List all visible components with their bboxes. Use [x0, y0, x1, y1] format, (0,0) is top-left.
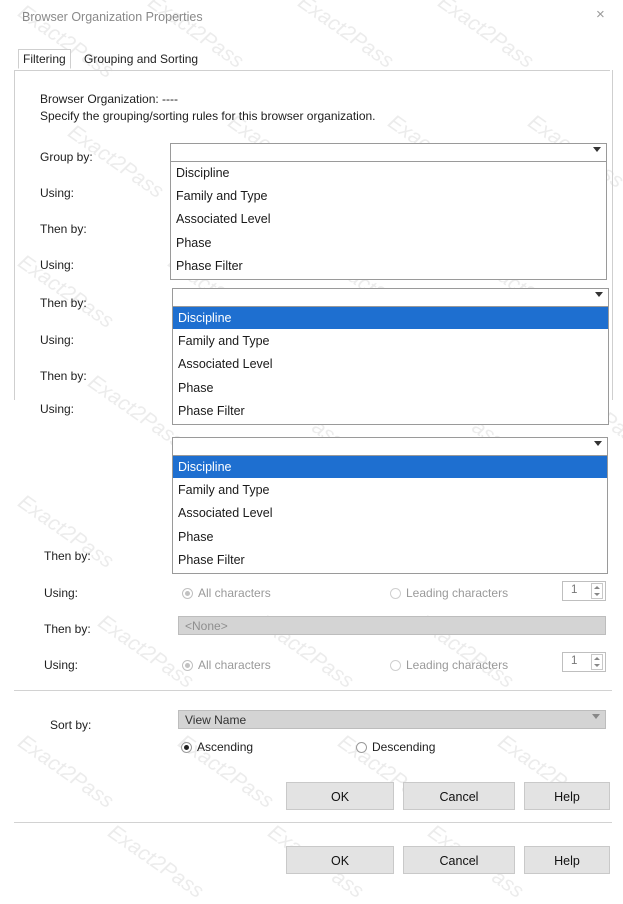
- list-item-selected[interactable]: Discipline: [173, 456, 607, 478]
- list-item[interactable]: Family and Type: [171, 185, 606, 207]
- spinner-buttons[interactable]: [591, 583, 603, 599]
- tab-strip: Filtering Grouping and Sorting: [14, 48, 610, 71]
- character-count-value: 1: [571, 655, 578, 667]
- using-label: Using:: [44, 586, 79, 600]
- ascending-label: Ascending: [197, 740, 254, 754]
- help-button[interactable]: Help: [524, 846, 610, 874]
- panel-border-right: [612, 70, 613, 400]
- chevron-down-icon: [592, 714, 600, 719]
- browser-organization-name: Browser Organization: ----: [40, 92, 179, 106]
- list-item-selected[interactable]: Discipline: [173, 307, 608, 329]
- leading-characters-radio[interactable]: [390, 588, 401, 599]
- using-label: Using:: [40, 258, 75, 272]
- list-item[interactable]: Phase Filter: [171, 255, 606, 277]
- then-by-label: Then by:: [40, 369, 87, 383]
- list-item[interactable]: Phase: [171, 232, 606, 254]
- group-by-options-list[interactable]: Discipline Family and Type Associated Le…: [170, 161, 607, 280]
- ascending-radio[interactable]: [181, 742, 192, 753]
- divider: [14, 690, 612, 691]
- then-by-label: Then by:: [40, 222, 87, 236]
- list-item[interactable]: Associated Level: [173, 353, 608, 375]
- list-item[interactable]: Associated Level: [171, 208, 606, 230]
- chevron-up-icon: [594, 657, 600, 660]
- tab-grouping-and-sorting[interactable]: Grouping and Sorting: [84, 52, 198, 66]
- list-item[interactable]: Phase Filter: [173, 400, 608, 422]
- then-by-options-list[interactable]: Discipline Family and Type Associated Le…: [172, 306, 609, 425]
- divider: [14, 822, 612, 823]
- leading-characters-label: Leading characters: [406, 658, 509, 672]
- chevron-up-icon: [594, 586, 600, 589]
- leading-characters-label: Leading characters: [406, 586, 509, 600]
- chevron-down-icon: [595, 292, 603, 297]
- all-characters-label: All characters: [198, 586, 271, 600]
- instruction-text: Specify the grouping/sorting rules for t…: [40, 109, 376, 123]
- list-item[interactable]: Discipline: [171, 162, 606, 184]
- chevron-down-icon: [594, 593, 600, 596]
- group-by-dropdown[interactable]: [170, 143, 607, 162]
- sort-by-value: View Name: [185, 713, 247, 727]
- dialog-title: Browser Organization Properties: [22, 10, 203, 24]
- then-by-label: Then by:: [44, 549, 91, 563]
- all-characters-label: All characters: [198, 658, 271, 672]
- then-by-dropdown[interactable]: [172, 288, 609, 307]
- group-by-label: Group by:: [40, 150, 93, 164]
- ok-button[interactable]: OK: [286, 846, 394, 874]
- list-item[interactable]: Phase: [173, 377, 608, 399]
- panel-border-left: [14, 70, 15, 400]
- tab-filtering[interactable]: Filtering: [18, 49, 71, 69]
- spinner-buttons[interactable]: [591, 654, 603, 670]
- cancel-button[interactable]: Cancel: [403, 846, 515, 874]
- then-by-label: Then by:: [40, 296, 87, 310]
- descending-radio[interactable]: [356, 742, 367, 753]
- list-item[interactable]: Family and Type: [173, 479, 607, 501]
- all-characters-radio[interactable]: [182, 588, 193, 599]
- ok-button[interactable]: OK: [286, 782, 394, 810]
- using-label: Using:: [40, 402, 75, 416]
- list-item[interactable]: Phase Filter: [173, 549, 607, 571]
- character-count-value: 1: [571, 584, 578, 596]
- using-label: Using:: [44, 658, 79, 672]
- then-by-label: Then by:: [44, 622, 91, 636]
- help-button[interactable]: Help: [524, 782, 610, 810]
- watermark-text: Exact2Pass: [103, 820, 208, 903]
- list-item[interactable]: Phase: [173, 526, 607, 548]
- sort-by-label: Sort by:: [50, 718, 92, 732]
- then-by-none-value: <None>: [185, 619, 228, 633]
- using-label: Using:: [40, 186, 75, 200]
- using-label: Using:: [40, 333, 75, 347]
- then-by-dropdown[interactable]: [172, 437, 608, 456]
- character-count-stepper[interactable]: 1: [562, 581, 606, 601]
- all-characters-radio[interactable]: [182, 660, 193, 671]
- then-by-none-dropdown[interactable]: <None>: [178, 616, 606, 635]
- character-count-stepper[interactable]: 1: [562, 652, 606, 672]
- list-item[interactable]: Associated Level: [173, 502, 607, 524]
- chevron-down-icon: [593, 147, 601, 152]
- cancel-button[interactable]: Cancel: [403, 782, 515, 810]
- watermark-text: Exact2Pass: [13, 730, 118, 813]
- chevron-down-icon: [594, 441, 602, 446]
- leading-characters-radio[interactable]: [390, 660, 401, 671]
- close-icon[interactable]: ×: [596, 6, 605, 23]
- sort-by-dropdown[interactable]: View Name: [178, 710, 606, 729]
- descending-label: Descending: [372, 740, 436, 754]
- then-by-options-list[interactable]: Discipline Family and Type Associated Le…: [172, 455, 608, 574]
- chevron-down-icon: [594, 664, 600, 667]
- list-item[interactable]: Family and Type: [173, 330, 608, 352]
